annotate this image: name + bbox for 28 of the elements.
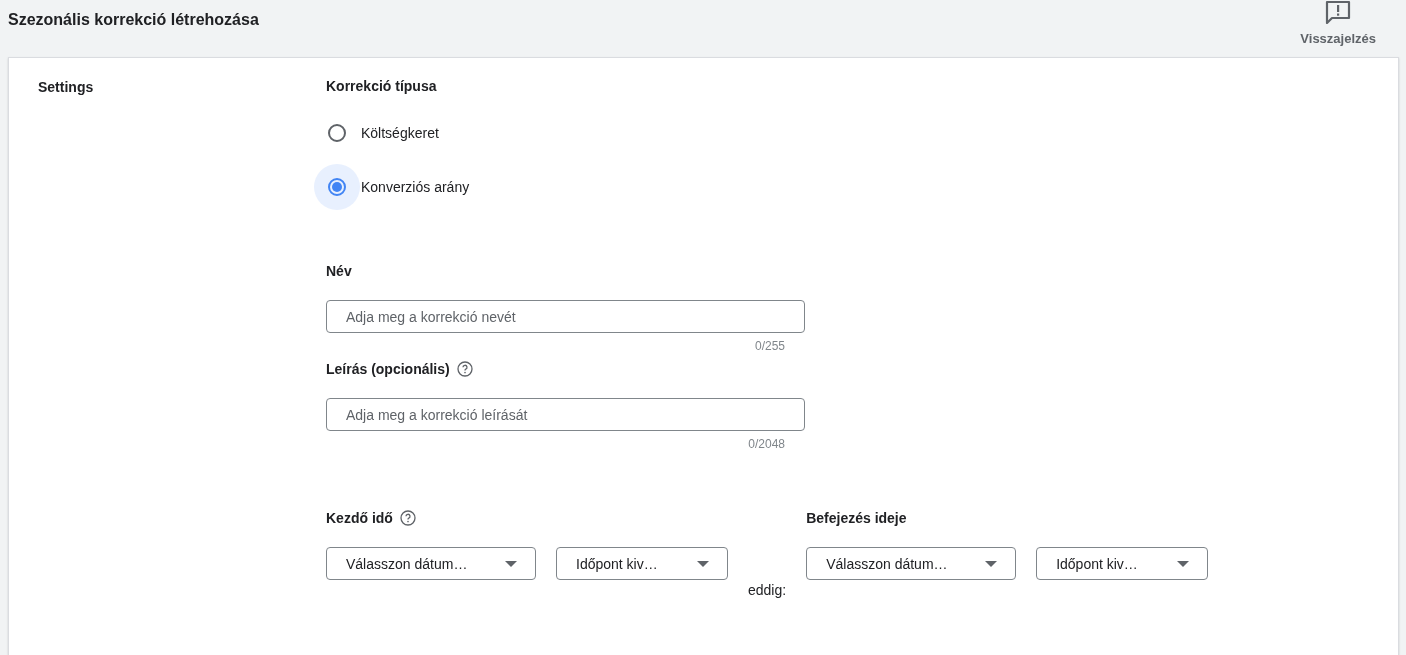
caret-icon bbox=[1177, 560, 1190, 567]
page-title: Szezonális korrekció létrehozása bbox=[8, 11, 259, 29]
radio-button[interactable] bbox=[328, 124, 346, 142]
caret-icon bbox=[697, 560, 709, 567]
field-label: Korrekció típusa bbox=[326, 78, 438, 94]
feedback-button[interactable]: Visszajelzés bbox=[1300, 0, 1376, 46]
character-counter: 0/255 bbox=[754, 339, 785, 353]
field-label: Név bbox=[326, 263, 352, 279]
radio-label[interactable]: Konverziós arány bbox=[361, 179, 470, 195]
field-label: Leírás (opcionális) bbox=[326, 361, 450, 377]
help-icon[interactable] bbox=[456, 361, 473, 377]
time-dropdown[interactable]: Időpont kiv… bbox=[556, 547, 728, 580]
time-dropdown[interactable]: Időpont kiv… bbox=[1036, 547, 1209, 580]
caret-icon bbox=[985, 560, 998, 567]
field-label: Kezdő idő bbox=[326, 510, 393, 526]
caret-icon bbox=[505, 560, 517, 567]
date-dropdown[interactable]: Válasszon dátum… bbox=[326, 547, 536, 580]
radio-label[interactable]: Költségkeret bbox=[361, 125, 439, 141]
radio-button[interactable] bbox=[328, 178, 346, 196]
field-label: Befejezés ideje bbox=[806, 510, 907, 526]
section-label: Settings bbox=[38, 79, 94, 95]
feedback-icon bbox=[1325, 0, 1352, 24]
text-input-field[interactable]: Adja meg a korrekció nevét bbox=[326, 300, 805, 333]
character-counter: 0/2048 bbox=[748, 437, 785, 451]
help-icon[interactable] bbox=[399, 510, 416, 526]
text-input-field[interactable]: Adja meg a korrekció leírását bbox=[326, 398, 805, 431]
range-separator: eddig: bbox=[748, 582, 787, 598]
date-dropdown[interactable]: Válasszon dátum… bbox=[806, 547, 1017, 580]
